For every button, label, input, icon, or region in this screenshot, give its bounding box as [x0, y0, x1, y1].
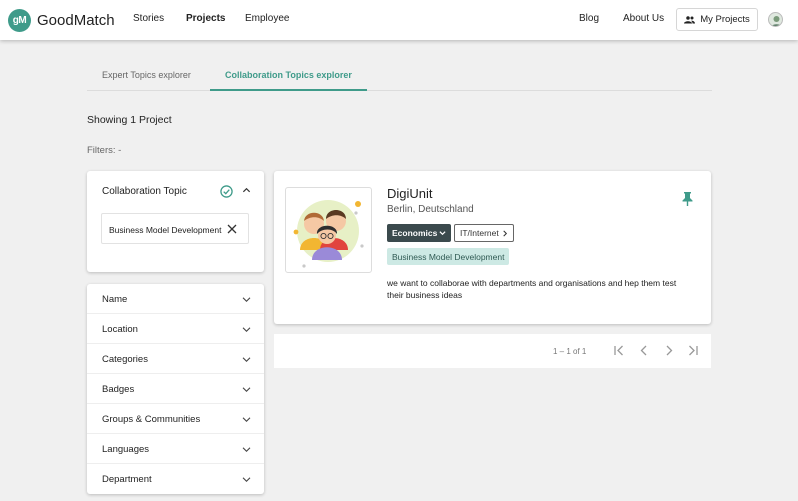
collaboration-topic-title: Collaboration Topic [102, 186, 187, 197]
first-page-icon[interactable] [613, 344, 625, 357]
nav-about-us[interactable]: About Us [623, 13, 664, 24]
next-page-icon[interactable] [664, 344, 674, 357]
nav-employee[interactable]: Employee [245, 13, 289, 24]
prev-page-icon[interactable] [639, 344, 649, 357]
chevron-down-icon [242, 387, 251, 393]
results-count: Showing 1 Project [87, 114, 172, 126]
filter-label: Categories [102, 354, 148, 365]
filter-department[interactable]: Department [87, 464, 264, 494]
chevron-down-icon [242, 297, 251, 303]
pin-icon[interactable] [682, 192, 693, 206]
goodmatch-logo[interactable]: gM GoodMatch [8, 8, 115, 32]
filter-name[interactable]: Name [87, 284, 264, 314]
explorer-tabs: Expert Topics explorer Collaboration Top… [87, 60, 712, 91]
chevron-down-icon [242, 447, 251, 453]
project-name[interactable]: DigiUnit [387, 186, 433, 201]
filter-location[interactable]: Location [87, 314, 264, 344]
selected-topic-chip[interactable]: Business Model Development [101, 213, 249, 244]
pagination-range: 1 – 1 of 1 [553, 347, 587, 356]
my-projects-button[interactable]: My Projects [676, 8, 758, 31]
last-page-icon[interactable] [687, 344, 699, 357]
filter-label: Name [102, 294, 128, 305]
chevron-down-icon [242, 357, 251, 363]
filter-badges[interactable]: Badges [87, 374, 264, 404]
category-tag-it-internet[interactable]: IT/Internet [454, 224, 514, 242]
pagination-bar: 1 – 1 of 1 [274, 334, 711, 368]
user-avatar[interactable] [768, 12, 783, 27]
people-icon [684, 15, 696, 23]
filter-groups-communities[interactable]: Groups & Communities [87, 404, 264, 434]
project-description: we want to collaborae with departments a… [387, 278, 677, 300]
nav-blog[interactable]: Blog [579, 13, 599, 24]
logo-text: GoodMatch [37, 11, 115, 29]
close-icon[interactable] [227, 224, 237, 234]
nav-stories[interactable]: Stories [133, 13, 164, 24]
filter-label: Groups & Communities [102, 414, 201, 425]
collaboration-topic-tag: Business Model Development [387, 248, 510, 265]
filter-categories[interactable]: Categories [87, 344, 264, 374]
project-thumbnail[interactable] [285, 187, 372, 273]
chevron-right-icon [503, 230, 507, 236]
filter-label: Location [102, 324, 138, 335]
logo-mark: gM [8, 8, 31, 32]
project-card[interactable]: DigiUnit Berlin, Deutschland Economics I… [274, 171, 711, 324]
chevron-up-icon[interactable] [242, 186, 251, 195]
tab-expert-topics[interactable]: Expert Topics explorer [102, 70, 191, 80]
nav-projects[interactable]: Projects [186, 13, 225, 24]
active-tab-indicator [210, 89, 367, 91]
top-navbar: gM GoodMatch Stories Projects Employee B… [0, 0, 798, 40]
my-projects-label: My Projects [700, 14, 750, 25]
filter-label: Badges [102, 384, 135, 395]
tab-collaboration-topics[interactable]: Collaboration Topics explorer [225, 70, 352, 80]
chevron-down-icon [242, 417, 251, 423]
check-circle-icon [220, 185, 233, 198]
filter-label: Languages [102, 444, 150, 455]
collaboration-topic-filter: Collaboration Topic Business Model Devel… [87, 171, 264, 272]
category-tag-label: IT/Internet [460, 228, 499, 238]
filter-label: Department [102, 474, 152, 485]
filter-languages[interactable]: Languages [87, 434, 264, 464]
active-filters: Filters: - [87, 145, 122, 156]
project-location: Berlin, Deutschland [387, 204, 474, 215]
filter-list: Name Location Categories Badges Groups &… [87, 284, 264, 494]
selected-topic-label: Business Model Development [109, 225, 222, 235]
chevron-down-icon [242, 477, 251, 483]
chevron-down-icon [439, 231, 446, 236]
category-tag-label: Economics [392, 228, 438, 238]
category-tag-economics[interactable]: Economics [387, 224, 452, 242]
chevron-down-icon [242, 327, 251, 333]
team-illustration [293, 200, 364, 268]
